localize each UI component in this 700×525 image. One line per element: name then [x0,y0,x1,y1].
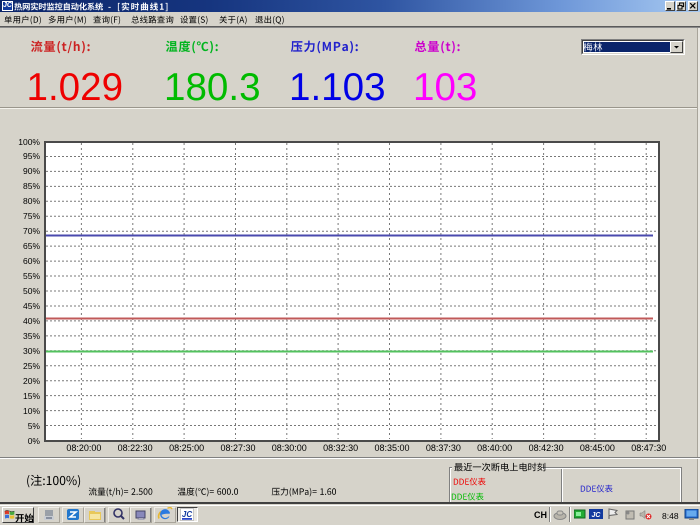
svg-text:JC: JC [592,512,602,519]
svg-text:JC: JC [182,510,192,519]
